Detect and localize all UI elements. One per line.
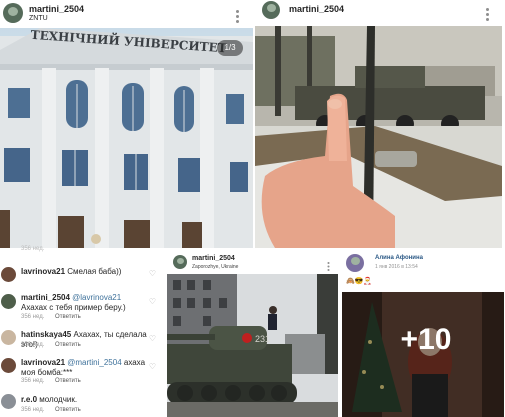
comment-mention[interactable]: @lavrinova21 [72, 293, 121, 302]
avatar[interactable] [346, 254, 364, 272]
post-emoji: 🙈😎🎅 [346, 278, 373, 285]
comment-item: lavrinova21 Смелая баба)) ♡ [0, 265, 165, 293]
reply-button[interactable]: Ответить [55, 407, 81, 413]
post-university: martini_2504 ZNTU ТЕХНІЧНИЙ УНІВЕРСИТЕТ … [0, 0, 253, 250]
comment-item: lavrinova21 @martini_2504 ахаха моя бомб… [0, 356, 165, 386]
avatar[interactable] [1, 267, 16, 282]
like-icon[interactable]: ♡ [149, 362, 156, 371]
reply-button[interactable]: Ответить [55, 314, 81, 320]
post-username[interactable]: martini_2504 [192, 255, 235, 262]
more-options-icon[interactable] [236, 8, 239, 25]
tank-number: 231 [255, 334, 270, 344]
university-building-illustration: ТЕХНІЧНИЙ УНІВЕРСИТЕТ [0, 28, 253, 248]
military-vehicle-illustration [255, 26, 502, 248]
post-vk: Алина Афонина 1 янв 2016 в 13:54 🙈😎🎅 +10 [341, 252, 505, 417]
like-icon[interactable]: ♡ [149, 269, 156, 278]
comment-item: martini_2504 @lavrinova21 Ахахах с тебя … [0, 293, 165, 323]
comment-text: Ахахах с тебя пример беру.) [21, 303, 126, 312]
post-username[interactable]: martini_2504 [289, 4, 344, 14]
comment-time: 356 нед. [21, 378, 45, 384]
avatar[interactable] [1, 394, 16, 409]
post-military: martini_2504 [255, 0, 505, 250]
post-location[interactable]: Zaporozhye, Ukraine [192, 264, 238, 270]
comment-text: молодчик. [37, 395, 78, 404]
comments-panel: 356 нед. lavrinova21 Смелая баба)) ♡ mar… [0, 246, 165, 417]
more-options-icon[interactable] [486, 6, 489, 23]
comment-time: 356 нед. [21, 314, 45, 320]
tank-monument-illustration: 231 [167, 274, 338, 417]
comment-username[interactable]: lavrinova21 [21, 267, 65, 276]
post-photo-military[interactable] [255, 26, 502, 248]
more-photos-overlay[interactable]: +10 [396, 320, 456, 360]
comment-meta: 356 нед. [21, 246, 45, 252]
reply-button[interactable]: Ответить [55, 378, 81, 384]
comment-username[interactable]: hatinskaya45 [21, 330, 71, 339]
comment-item: hatinskaya45 Ахахах, ты сделала это!) 35… [0, 328, 165, 352]
like-icon[interactable]: ♡ [149, 334, 156, 343]
comment-item: r.e.0 молодчик. 356 нед. Ответить [0, 393, 165, 417]
comment-time: 356 нед. [21, 342, 45, 348]
post-photo-grid[interactable]: +10 [342, 292, 504, 417]
avatar[interactable] [3, 3, 23, 23]
more-options-icon[interactable] [327, 261, 330, 273]
avatar[interactable] [1, 358, 16, 373]
post-tank: martini_2504 Zaporozhye, Ukraine 231 [166, 252, 340, 417]
comment-username[interactable]: martini_2504 [21, 293, 70, 302]
reply-button[interactable]: Ответить [55, 342, 81, 348]
carousel-counter: 1/3 [217, 40, 243, 56]
avatar[interactable] [173, 255, 187, 269]
like-icon[interactable]: ♡ [149, 297, 156, 306]
comment-username[interactable]: r.e.0 [21, 395, 37, 404]
avatar[interactable] [1, 294, 16, 309]
post-author[interactable]: Алина Афонина [375, 255, 423, 261]
avatar[interactable] [1, 330, 16, 345]
avatar[interactable] [262, 1, 280, 19]
comment-username[interactable]: lavrinova21 [21, 358, 65, 367]
post-username[interactable]: martini_2504 [29, 4, 84, 14]
post-location[interactable]: ZNTU [29, 15, 48, 22]
comment-text: Смелая баба)) [67, 267, 122, 276]
post-photo-university[interactable]: ТЕХНІЧНИЙ УНІВЕРСИТЕТ 1/3 [0, 28, 253, 248]
post-photo-tank[interactable]: 231 [167, 274, 338, 417]
comment-time: 356 нед. [21, 407, 45, 413]
comment-mention[interactable]: @martini_2504 [67, 358, 121, 367]
post-date[interactable]: 1 янв 2016 в 13:54 [375, 264, 418, 270]
